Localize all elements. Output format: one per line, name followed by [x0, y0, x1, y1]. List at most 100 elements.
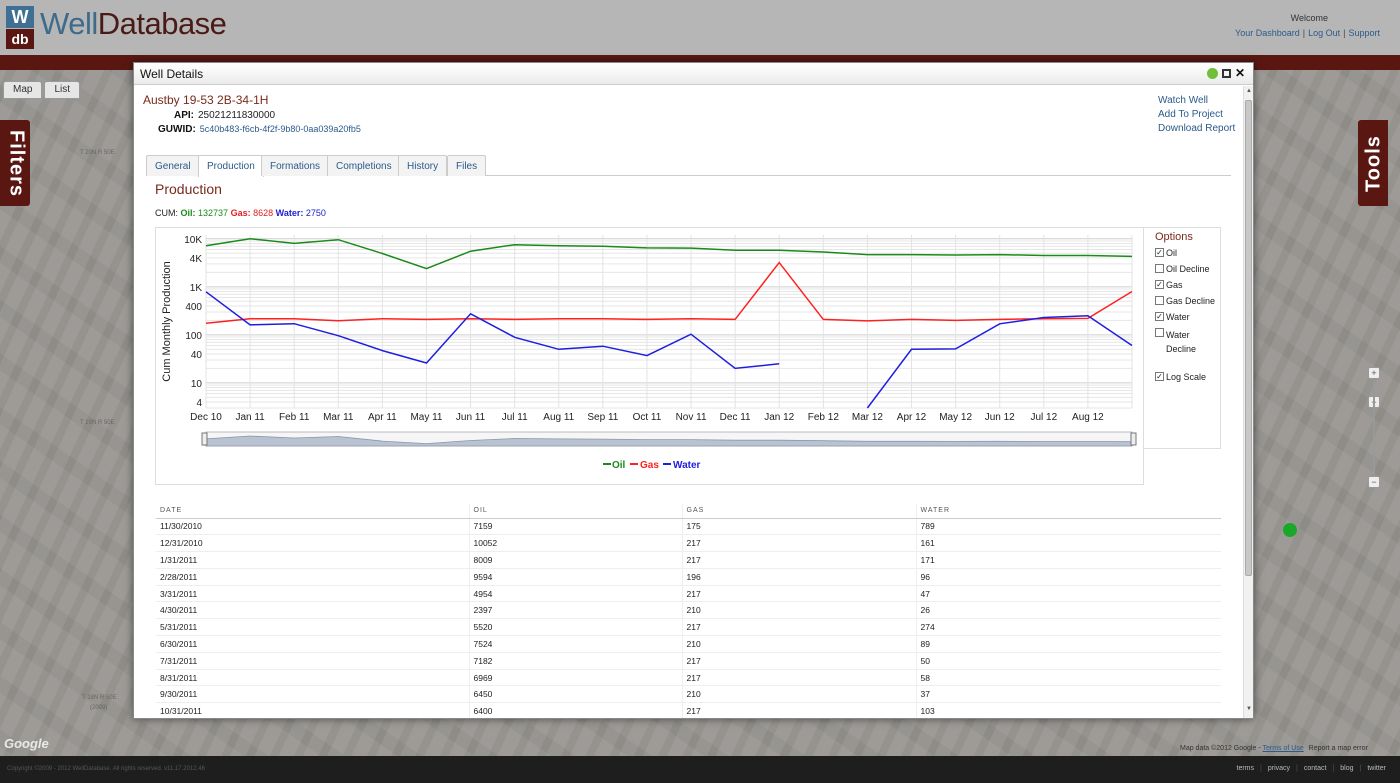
- option-water-label: Water: [1166, 312, 1190, 322]
- maximize-icon[interactable]: [1221, 69, 1231, 78]
- well-marker-icon[interactable]: [1283, 523, 1297, 537]
- cum-water-value: 2750: [305, 208, 326, 218]
- x-tick-label: Feb 11: [279, 412, 310, 423]
- y-tick-label: 10: [191, 379, 203, 390]
- terms-of-use-link[interactable]: Terms of Use: [1262, 745, 1303, 752]
- app-logo-text[interactable]: WellDatabase: [40, 6, 227, 42]
- cell-date: 12/31/2010: [156, 534, 469, 553]
- zoom-out-button[interactable]: −: [1368, 476, 1380, 488]
- support-link[interactable]: Support: [1348, 28, 1380, 38]
- refresh-icon[interactable]: [1206, 68, 1218, 79]
- table-row[interactable]: 7/31/2011 7182 217 50: [156, 652, 1221, 670]
- table-row[interactable]: 8/31/2011 6969 217 58: [156, 669, 1221, 687]
- table-row[interactable]: 11/30/2010 7159 175 789: [156, 518, 1221, 536]
- production-chart[interactable]: 4 10 40 100 400 1K 4K 10K Dec 10 Jan 11 Feb 11 Mar …: [155, 227, 1144, 485]
- scroll-down-icon[interactable]: ▼: [1246, 706, 1252, 712]
- footer-link-twitter[interactable]: twitter: [1367, 765, 1386, 772]
- cell-oil: 4954: [468, 585, 682, 603]
- filters-panel-tab[interactable]: Filters: [0, 120, 30, 206]
- checkbox-gas-decline[interactable]: [1155, 296, 1164, 305]
- option-water-decline[interactable]: Water Decline: [1155, 328, 1217, 356]
- cell-oil: 7524: [468, 635, 682, 653]
- add-to-project-link[interactable]: Add To Project: [1158, 108, 1235, 122]
- production-chart-svg: 4 10 40 100 400 1K 4K 10K Dec 10 Jan 11 Feb 11 Mar …: [161, 235, 1137, 471]
- cell-oil: 6400: [468, 702, 682, 718]
- close-icon[interactable]: ✕: [1235, 67, 1245, 79]
- dialog-titlebar[interactable]: Well Details ✕: [134, 63, 1253, 85]
- dashboard-link[interactable]: Your Dashboard: [1235, 28, 1300, 38]
- option-water[interactable]: ✓ Water: [1155, 312, 1190, 322]
- legend-label-oil[interactable]: Oil: [612, 460, 626, 471]
- table-row[interactable]: 4/30/2011 2397 210 26: [156, 601, 1221, 620]
- table-row[interactable]: 5/31/2011 5520 217 274: [156, 618, 1221, 637]
- tab-general[interactable]: General: [146, 155, 200, 176]
- column-header-date[interactable]: DATE: [156, 504, 469, 519]
- report-map-error-link[interactable]: Report a map error: [1309, 745, 1368, 752]
- cell-gas: 217: [681, 702, 916, 718]
- option-gas[interactable]: ✓ Gas: [1155, 280, 1183, 290]
- option-oil[interactable]: ✓ Oil: [1155, 248, 1177, 258]
- checkbox-oil[interactable]: ✓: [1155, 248, 1164, 257]
- column-header-oil[interactable]: OIL: [468, 504, 682, 519]
- tools-panel-tab[interactable]: Tools: [1358, 120, 1388, 206]
- checkbox-oil-decline[interactable]: [1155, 264, 1164, 273]
- tab-files[interactable]: Files: [447, 155, 487, 176]
- filters-tab-label: Filters: [5, 129, 28, 198]
- table-row[interactable]: 9/30/2011 6450 210 37: [156, 685, 1221, 704]
- checkbox-water[interactable]: ✓: [1155, 312, 1164, 321]
- checkbox-water-decline[interactable]: [1155, 328, 1164, 337]
- footer-link-contact[interactable]: contact: [1304, 765, 1327, 772]
- y-tick-label: 100: [185, 331, 202, 342]
- scroll-up-icon[interactable]: ▲: [1246, 88, 1252, 94]
- navigator-handle-right[interactable]: [1130, 432, 1137, 446]
- column-header-water[interactable]: WATER: [915, 504, 1221, 519]
- y-tick-label: 4: [196, 398, 202, 409]
- tab-history[interactable]: History: [398, 155, 448, 176]
- table-row[interactable]: 3/31/2011 4954 217 47: [156, 585, 1221, 603]
- option-log-scale[interactable]: ✓ Log Scale: [1155, 372, 1206, 382]
- zoom-slider[interactable]: [1373, 380, 1375, 476]
- footer-link-terms[interactable]: terms: [1237, 765, 1255, 772]
- zoom-in-button[interactable]: +: [1368, 367, 1380, 379]
- tab-map[interactable]: Map: [3, 81, 43, 99]
- table-row[interactable]: 12/31/2010 10052 217 161: [156, 534, 1221, 553]
- navigator-handle-left[interactable]: [201, 432, 208, 446]
- map-township-label: T 19N R 50E: [80, 420, 115, 426]
- well-details-dialog: Well Details ✕ Austby 19-53 2B-34-1H API…: [133, 62, 1254, 719]
- table-row[interactable]: 2/28/2011 9594 196 96: [156, 568, 1221, 586]
- logout-link[interactable]: Log Out: [1308, 28, 1340, 38]
- download-report-link[interactable]: Download Report: [1158, 122, 1235, 136]
- watch-well-link[interactable]: Watch Well: [1158, 94, 1235, 108]
- scrollbar-thumb[interactable]: [1245, 100, 1252, 576]
- legend-label-water[interactable]: Water: [673, 460, 701, 471]
- map-road-label: (2009): [90, 705, 108, 711]
- x-tick-label: Jan 12: [764, 412, 794, 423]
- tab-completions[interactable]: Completions: [327, 155, 401, 176]
- cum-oil-value: 132737: [198, 208, 229, 218]
- cell-water: 50: [915, 652, 1221, 670]
- legend-label-gas[interactable]: Gas: [640, 460, 659, 471]
- dialog-scrollbar[interactable]: ▲ ▼: [1243, 86, 1253, 718]
- footer-link-blog[interactable]: blog: [1340, 765, 1353, 772]
- logo-icon[interactable]: W db: [6, 6, 34, 49]
- x-tick-label: Jul 11: [502, 412, 528, 423]
- cell-date: 1/31/2011: [156, 551, 469, 569]
- tools-tab-label: Tools: [1362, 135, 1385, 192]
- checkbox-log-scale[interactable]: ✓: [1155, 372, 1164, 381]
- table-row[interactable]: 6/30/2011 7524 210 89: [156, 635, 1221, 653]
- cell-date: 11/30/2010: [156, 518, 469, 536]
- footer-link-privacy[interactable]: privacy: [1268, 765, 1290, 772]
- tab-formations[interactable]: Formations: [261, 155, 330, 176]
- tab-production[interactable]: Production: [198, 155, 264, 177]
- checkbox-gas[interactable]: ✓: [1155, 280, 1164, 289]
- tab-list[interactable]: List: [44, 81, 81, 99]
- map-township-label: T 20N R 50E: [80, 150, 115, 156]
- series-line-gas[interactable]: [205, 261, 1133, 324]
- well-tabs: General Production Formations Completion…: [146, 155, 1231, 177]
- option-gas-decline[interactable]: Gas Decline: [1155, 296, 1215, 306]
- table-row[interactable]: 10/31/2011 6400 217 103: [156, 702, 1221, 718]
- dialog-title: Well Details: [140, 67, 204, 81]
- table-row[interactable]: 1/31/2011 8009 217 171: [156, 551, 1221, 569]
- column-header-gas[interactable]: GAS: [681, 504, 916, 519]
- option-oil-decline[interactable]: Oil Decline: [1155, 264, 1210, 274]
